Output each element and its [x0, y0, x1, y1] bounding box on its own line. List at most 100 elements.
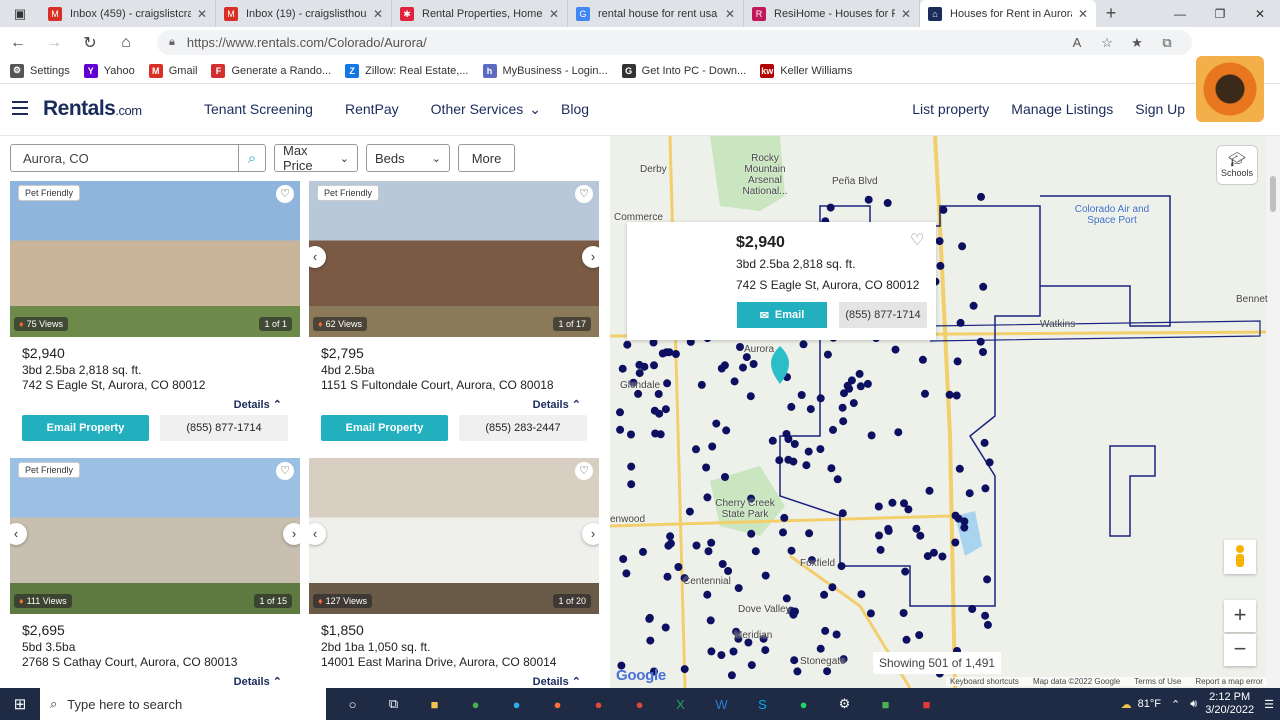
beds-filter[interactable]: Beds ⌄: [366, 144, 450, 172]
edge-icon[interactable]: ●: [496, 688, 537, 720]
map-listing-marker[interactable]: [708, 442, 717, 451]
favorite-heart-icon[interactable]: ♡: [276, 462, 294, 480]
map-listing-marker[interactable]: [722, 426, 731, 435]
maximize-icon[interactable]: ❐: [1200, 0, 1240, 27]
listing-card[interactable]: Pet Friendly ♡ ♦ 62 Views 1 of 17 ‹ › $2,795 4bd…: [309, 181, 599, 457]
map-listing-marker[interactable]: [939, 205, 948, 214]
map-listing-marker[interactable]: [779, 528, 787, 537]
forward-icon[interactable]: →: [36, 34, 72, 52]
map-listing-marker[interactable]: [838, 509, 847, 518]
map-listing-marker[interactable]: [923, 552, 932, 561]
close-window-icon[interactable]: ✕: [1240, 0, 1280, 27]
map-listing-marker[interactable]: [703, 493, 712, 502]
map-listing-marker[interactable]: [960, 523, 969, 532]
account-nav-item[interactable]: Sign Up: [1135, 101, 1185, 117]
map-listing-marker[interactable]: [724, 567, 733, 575]
map-listing-marker[interactable]: [804, 447, 813, 456]
map-listing-marker[interactable]: [912, 524, 921, 533]
map-listing-marker[interactable]: [692, 445, 700, 454]
map-listing-marker[interactable]: [958, 242, 967, 251]
map-listing-marker[interactable]: [981, 611, 990, 620]
map-listing-marker[interactable]: [875, 531, 883, 540]
read-aloud-icon[interactable]: A: [1062, 30, 1092, 55]
map-listing-marker[interactable]: [697, 380, 706, 389]
map-listing-marker[interactable]: [894, 428, 903, 437]
close-tab-icon[interactable]: ✕: [901, 7, 911, 21]
map-listing-marker[interactable]: [623, 340, 632, 349]
chrome-profile-icon-2[interactable]: ●: [619, 688, 660, 720]
email-property-button[interactable]: Email Property: [321, 415, 448, 441]
map-listing-marker[interactable]: [839, 417, 848, 426]
windows-start-icon[interactable]: ⊞: [0, 688, 40, 720]
map-listing-marker[interactable]: [828, 583, 837, 592]
close-tab-icon[interactable]: ✕: [549, 7, 559, 21]
close-tab-icon[interactable]: ✕: [373, 7, 383, 21]
map-listing-marker[interactable]: [635, 360, 644, 369]
map-listing-marker[interactable]: [816, 394, 825, 403]
map-listing-marker[interactable]: [816, 445, 825, 454]
file-explorer-icon[interactable]: ■: [414, 688, 455, 720]
map-listing-marker[interactable]: [838, 403, 847, 412]
map-listing-marker[interactable]: [827, 464, 836, 473]
extension-badge-icon[interactable]: [1196, 56, 1264, 122]
map-listing-marker[interactable]: [616, 408, 624, 417]
map-listing-marker[interactable]: [918, 355, 927, 364]
map-listing-marker[interactable]: [721, 473, 729, 481]
location-search-input[interactable]: [10, 144, 238, 172]
minimize-icon[interactable]: —: [1160, 0, 1200, 27]
map-listing-marker[interactable]: [791, 607, 799, 616]
map-listing-marker[interactable]: [680, 665, 689, 674]
word-icon[interactable]: W: [701, 688, 742, 720]
prev-photo-icon[interactable]: ‹: [309, 523, 326, 545]
url-field[interactable]: 🔒︎ https://www.rentals.com/Colorado/Auro…: [157, 30, 1192, 55]
prev-photo-icon[interactable]: ‹: [10, 523, 27, 545]
bookmark-item[interactable]: Z Zillow: Real Estate,...: [345, 63, 469, 78]
browser-tab[interactable]: ✱ Rental Properties, Homes & ✕: [392, 0, 568, 27]
map-listing-marker[interactable]: [654, 390, 663, 398]
firefox-icon[interactable]: ●: [537, 688, 578, 720]
browser-tab[interactable]: R ResiHome - Houses for Rent ✕: [744, 0, 920, 27]
map-listing-marker[interactable]: [663, 572, 672, 581]
map-listing-marker[interactable]: [820, 590, 829, 599]
map-listing-marker[interactable]: [704, 547, 713, 556]
map-listing-marker[interactable]: [915, 631, 924, 640]
map-listing-marker[interactable]: [847, 376, 856, 385]
popup-phone-button[interactable]: (855) 877-1714: [839, 302, 927, 328]
map-listing-marker[interactable]: [980, 438, 989, 447]
refresh-icon[interactable]: ↻: [72, 33, 108, 53]
account-nav-item[interactable]: Manage Listings: [1011, 101, 1113, 117]
favorites-icon[interactable]: ★: [1122, 30, 1152, 55]
volume-icon[interactable]: 🔊︎: [1190, 698, 1197, 711]
new-tab-button[interactable]: +: [1096, 0, 1126, 27]
cortana-icon[interactable]: ○: [332, 688, 373, 720]
map-listing-marker[interactable]: [627, 480, 636, 489]
collections-icon[interactable]: ⧉: [1152, 30, 1182, 55]
bookmark-item[interactable]: F Generate a Rando...: [211, 63, 331, 78]
map-listing-marker[interactable]: [645, 614, 654, 623]
map-listing-marker[interactable]: [945, 390, 954, 399]
map-listing-marker[interactable]: [751, 547, 760, 556]
map-listing-marker[interactable]: [899, 609, 908, 617]
listing-card[interactable]: Pet Friendly ♡ ♦ 75 Views 1 of 1 $2,940 3bd 2.…: [10, 181, 300, 457]
add-favorite-icon[interactable]: ☆: [1092, 30, 1122, 55]
map-attribution-link[interactable]: Report a map error: [1195, 677, 1263, 686]
phone-button[interactable]: (855) 283-2447: [459, 415, 587, 441]
browser-tab[interactable]: Grental house for rent usa - G ✕: [568, 0, 744, 27]
browser-tab[interactable]: M Inbox (459) - craigslistcraig ✕: [40, 0, 216, 27]
map-listing-marker[interactable]: [622, 569, 631, 578]
map-listing-marker[interactable]: [703, 590, 712, 599]
map-listing-marker[interactable]: [985, 458, 994, 467]
listing-photo[interactable]: Pet Friendly ♡ ♦ 62 Views 1 of 17 ‹ ›: [309, 181, 599, 337]
map-listing-marker[interactable]: [806, 405, 815, 414]
map-listing-marker[interactable]: [661, 405, 670, 414]
map-listing-marker[interactable]: [666, 539, 675, 548]
map-listing-marker[interactable]: [884, 524, 893, 533]
map-listing-marker[interactable]: [717, 651, 726, 660]
map-listing-marker[interactable]: [702, 463, 711, 472]
map-listing-marker[interactable]: [674, 563, 683, 571]
map-listing-marker[interactable]: [867, 431, 876, 440]
map-listing-marker[interactable]: [866, 609, 875, 618]
map-listing-marker[interactable]: [863, 379, 872, 388]
map-listing-marker[interactable]: [761, 646, 770, 655]
map-listing-marker[interactable]: [849, 399, 858, 408]
